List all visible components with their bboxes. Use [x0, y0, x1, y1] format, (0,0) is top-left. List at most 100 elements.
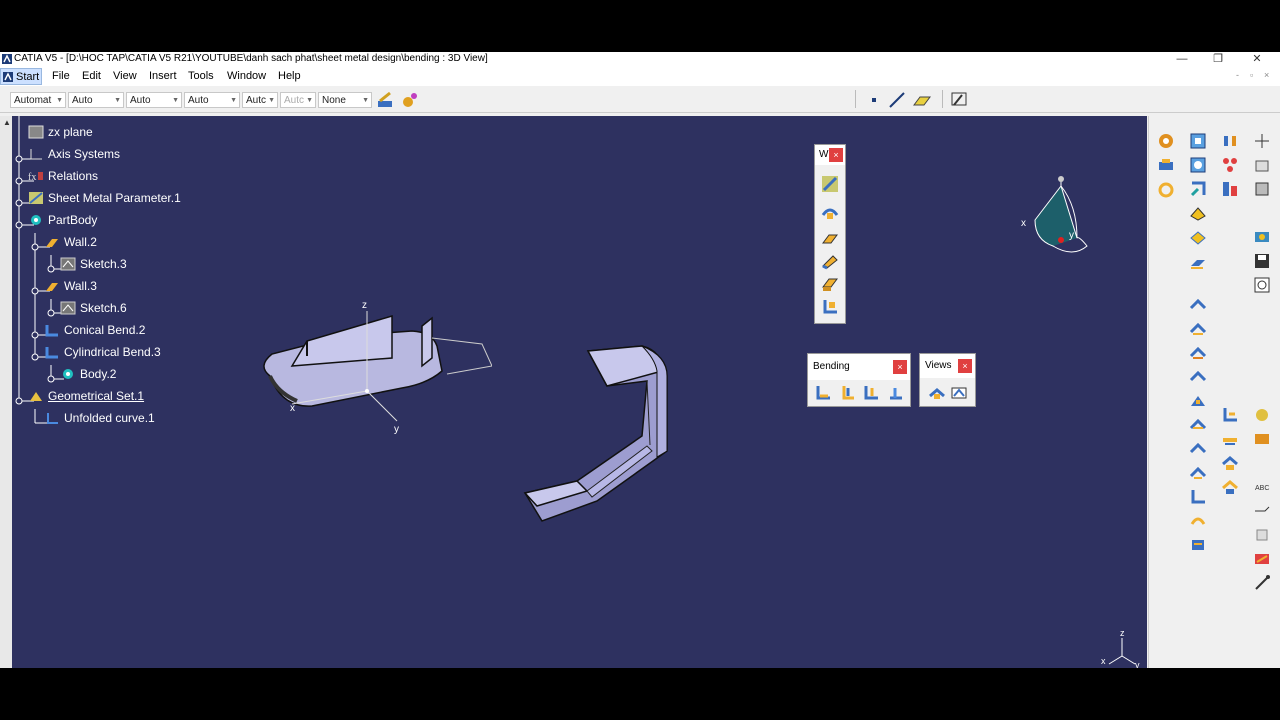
extrusion-icon[interactable] [821, 275, 839, 293]
axis-icon[interactable] [1253, 132, 1271, 150]
unfolding-icon[interactable] [1221, 406, 1239, 424]
tree-item-sketch-6[interactable]: Sketch.6 [80, 301, 127, 315]
tree-item-unfolded-curve-1[interactable]: Unfolded curve.1 [64, 411, 155, 425]
analysis-icon[interactable] [1253, 228, 1271, 246]
point-icon[interactable] [866, 91, 884, 109]
tree-item-sketch-3[interactable]: Sketch.3 [80, 257, 127, 271]
menu-file[interactable]: File [52, 70, 70, 82]
box-icon[interactable] [1253, 180, 1271, 198]
recognize-icon[interactable] [1157, 156, 1175, 174]
toolbar-bending-close-button[interactable]: × [893, 360, 907, 374]
line-icon[interactable] [888, 91, 906, 109]
catalog-icon[interactable] [1253, 276, 1271, 294]
apply-material-icon[interactable] [1253, 430, 1271, 448]
transparency-combo[interactable]: Auto ▼ [68, 92, 124, 108]
cut-icon[interactable] [1189, 296, 1207, 314]
unfold-icon[interactable] [886, 384, 904, 402]
circular-pattern-icon[interactable] [1221, 156, 1239, 174]
toolbar-views-close-button[interactable]: × [958, 359, 972, 373]
menu-help[interactable]: Help [278, 70, 301, 82]
annotation-icon[interactable] [1253, 502, 1271, 520]
scroll-up-icon[interactable]: ▲ [3, 118, 11, 127]
minimize-button[interactable]: — [1167, 52, 1197, 67]
save-icon[interactable] [1253, 252, 1271, 270]
mdi-restore-button[interactable]: ▫ [1250, 70, 1253, 80]
flanged-hole-icon[interactable] [1189, 392, 1207, 410]
point-to-point-icon[interactable] [1189, 368, 1207, 386]
chamfer-icon[interactable] [1189, 228, 1207, 246]
3d-viewport[interactable]: zx plane Axis Systems fx Relations Sheet… [12, 116, 1147, 668]
swept-walls-icon[interactable] [821, 203, 839, 221]
sheet-metal-params-icon[interactable] [1157, 132, 1175, 150]
fold-unfold-icon[interactable] [928, 384, 946, 402]
tree-item-wall-3[interactable]: Wall.3 [64, 279, 97, 293]
view-icon[interactable] [1253, 526, 1271, 544]
layer-filter-combo[interactable]: None ▼ [318, 92, 372, 108]
tree-item-cylindrical-bend-3[interactable]: Cylindrical Bend.3 [64, 345, 161, 359]
close-button[interactable]: ✕ [1242, 52, 1272, 67]
tree-item-zx-plane[interactable]: zx plane [48, 125, 93, 139]
tree-item-wall-2[interactable]: Wall.2 [64, 235, 97, 249]
menu-start[interactable]: Start [0, 68, 42, 85]
tree-item-partbody[interactable]: PartBody [48, 213, 97, 227]
tree-item-body-2[interactable]: Body.2 [80, 367, 116, 381]
point-or-curve-mapping-icon[interactable] [1221, 454, 1239, 472]
bend-icon[interactable] [821, 298, 839, 316]
multi-viewer-icon[interactable] [950, 384, 968, 402]
material-icon[interactable] [1253, 406, 1271, 424]
menu-edit[interactable]: Edit [82, 70, 101, 82]
point-combo[interactable]: Autc ▼ [242, 92, 278, 108]
menu-window[interactable]: Window [227, 70, 266, 82]
walls-icon[interactable] [821, 175, 839, 193]
sheet-metal-part-2[interactable] [517, 341, 687, 531]
plane-icon[interactable] [912, 91, 932, 109]
tree-item-sheet-metal-parameter[interactable]: Sheet Metal Parameter.1 [48, 191, 181, 205]
restore-button[interactable]: ❐ [1203, 52, 1233, 67]
measure-icon[interactable] [950, 90, 972, 110]
sheet-metal-part-1[interactable]: z y x [252, 296, 492, 436]
user-pattern-icon[interactable] [1221, 180, 1239, 198]
bead-icon[interactable] [1189, 416, 1207, 434]
tree-item-axis-systems[interactable]: Axis Systems [48, 147, 120, 161]
tree-item-relations[interactable]: Relations [48, 169, 98, 183]
toolbar-w-close-button[interactable]: × [829, 148, 843, 162]
menu-view[interactable]: View [113, 70, 137, 82]
surface-stamp-icon[interactable] [1189, 464, 1207, 482]
bridge-icon[interactable] [1189, 488, 1207, 506]
corner-relief-icon[interactable] [1189, 180, 1207, 198]
wall-icon[interactable] [821, 229, 839, 247]
louver-icon[interactable] [1189, 512, 1207, 530]
stiffening-rib-icon[interactable] [1189, 536, 1207, 554]
conical-bend-icon[interactable] [838, 384, 856, 402]
mapping-icon[interactable] [1221, 478, 1239, 496]
menu-tools[interactable]: Tools [188, 70, 214, 82]
color-combo[interactable]: Automat ▼ [10, 92, 66, 108]
pattern-icon[interactable] [1221, 132, 1239, 150]
fold-icon[interactable] [1189, 320, 1207, 338]
folding-icon[interactable] [1221, 430, 1239, 448]
graphic-properties-icon[interactable] [400, 91, 420, 109]
corner-icon[interactable] [1189, 204, 1207, 222]
tree-item-conical-bend-2[interactable]: Conical Bend.2 [64, 323, 145, 337]
cut-out-icon[interactable] [1189, 132, 1207, 150]
format-painter-icon[interactable] [376, 91, 396, 109]
linetype-combo[interactable]: Auto ▼ [126, 92, 182, 108]
curve-stamp-icon[interactable] [1189, 440, 1207, 458]
bend-icon[interactable] [814, 384, 832, 402]
mdi-close-button[interactable]: × [1264, 70, 1269, 80]
body-box-icon[interactable] [1253, 156, 1271, 174]
rolled-walls-icon[interactable] [1157, 180, 1175, 198]
stamping-icon[interactable] [1189, 254, 1207, 272]
mdi-minimize-button[interactable]: - [1236, 70, 1239, 80]
tree-item-geometrical-set-1[interactable]: Geometrical Set.1 [48, 389, 144, 403]
flange-icon[interactable] [821, 252, 839, 270]
sheet-icon[interactable] [1253, 550, 1271, 568]
lineweight-combo[interactable]: Auto ▼ [184, 92, 240, 108]
text-icon[interactable]: ABC [1253, 478, 1271, 496]
layer-combo[interactable]: Autc ▼ [280, 92, 316, 108]
compass[interactable]: z x y [1017, 176, 1107, 276]
measure-item-icon[interactable] [1253, 574, 1271, 592]
menu-insert[interactable]: Insert [149, 70, 177, 82]
flat-icon[interactable] [1189, 344, 1207, 362]
hole-icon[interactable] [1189, 156, 1207, 174]
